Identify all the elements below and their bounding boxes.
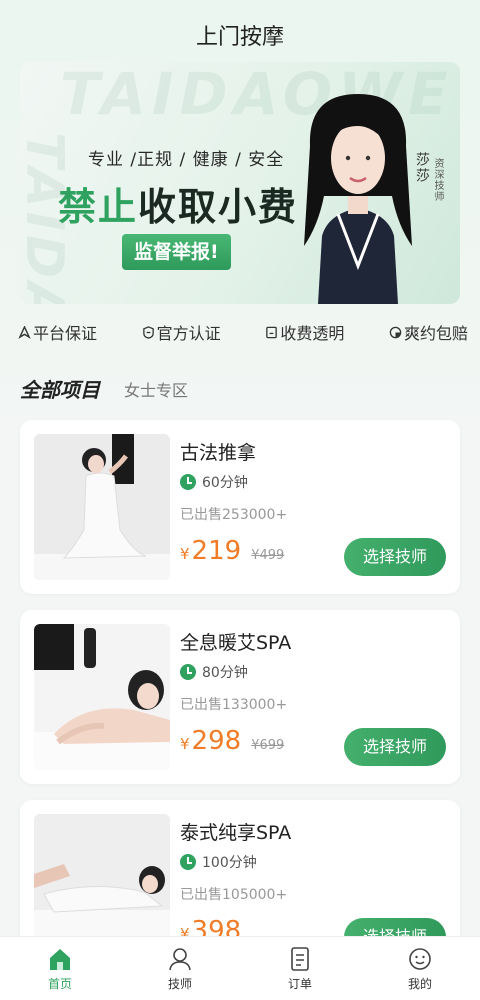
receipt-icon (266, 326, 278, 338)
nav-profile[interactable]: 我的 (360, 937, 480, 1000)
page-title: 上门按摩 (195, 25, 284, 50)
order-icon (291, 947, 309, 971)
banner-headline-highlight: 禁止 (58, 185, 139, 229)
guarantee-label: 官方认证 (156, 324, 221, 343)
service-image (34, 434, 170, 580)
duration-text: 100分钟 (202, 855, 257, 871)
shield-check-icon (18, 325, 31, 339)
current-price: ¥298 (180, 726, 241, 756)
currency-symbol: ¥ (180, 735, 190, 753)
profile-icon (409, 948, 431, 970)
service-image (34, 624, 170, 770)
duration-text: 80分钟 (202, 665, 248, 681)
nav-therapist[interactable]: 技师 (120, 937, 240, 1000)
nav-label: 首页 (47, 977, 72, 991)
service-price: ¥219 ¥499 (180, 536, 284, 566)
clock-icon (180, 854, 196, 870)
guarantee-row: 平台保证 官方认证 收费透明 爽约包赔 (18, 320, 468, 344)
promo-banner[interactable]: TAIDAOWE TAIDAOW 专业 /正规 / 健康 / 安全 禁止收取小费… (20, 62, 460, 304)
service-duration: 100分钟 (180, 852, 257, 872)
service-sold-count: 已出售253000+ (180, 507, 288, 523)
service-card[interactable]: 全息暖艾SPA 80分钟 已出售133000+ ¥298 ¥699 选择技师 (20, 610, 460, 784)
guarantee-label: 爽约包赔 (403, 324, 468, 343)
service-price: ¥298 ¥699 (180, 726, 284, 756)
therapist-role: 资深技师 (432, 158, 443, 202)
clock-icon (180, 664, 196, 680)
banner-slogan: 专业 /正规 / 健康 / 安全 (88, 150, 285, 170)
service-name: 全息暖艾SPA (180, 632, 292, 654)
nav-orders[interactable]: 订单 (240, 937, 360, 1000)
therapist-portrait (304, 94, 412, 304)
badge-icon (142, 325, 154, 339)
price-value: 298 (191, 726, 242, 756)
service-duration: 60分钟 (180, 472, 248, 492)
guarantee-certified: 官方认证 (142, 320, 221, 344)
guarantee-label: 平台保证 (33, 324, 98, 343)
duration-text: 60分钟 (202, 475, 248, 491)
price-value: 219 (191, 536, 242, 566)
nav-label: 订单 (287, 977, 312, 991)
nav-label: 技师 (167, 977, 192, 991)
service-duration: 80分钟 (180, 662, 248, 682)
bottom-nav: 首页 技师 订单 我的 (0, 936, 480, 1000)
service-name: 古法推拿 (180, 442, 257, 464)
nav-label: 我的 (407, 977, 432, 991)
service-sold-count: 已出售133000+ (180, 697, 288, 713)
page: 上门按摩 TAIDAOWE TAIDAOW 专业 /正规 / 健康 / 安全 禁… (0, 0, 480, 1000)
select-therapist-button[interactable]: 选择技师 (344, 538, 446, 576)
therapist-name: 莎莎 (414, 152, 430, 184)
banner-headline-text: 收取小费 (138, 185, 299, 229)
guarantee-label: 收费透明 (280, 324, 345, 343)
original-price: ¥499 (251, 548, 285, 563)
original-price: ¥699 (251, 738, 285, 753)
report-button[interactable]: 监督举报! (122, 234, 231, 270)
compensation-icon (389, 326, 402, 338)
clock-icon (180, 474, 196, 490)
tab-all-services[interactable]: 全部项目 (20, 374, 100, 403)
service-card[interactable]: 古法推拿 60分钟 已出售253000+ ¥219 ¥499 选择技师 (20, 420, 460, 594)
service-sold-count: 已出售105000+ (180, 887, 288, 903)
banner-headline: 禁止收取小费 (58, 176, 298, 231)
home-icon (50, 949, 70, 970)
service-name: 泰式纯享SPA (180, 822, 292, 844)
guarantee-platform: 平台保证 (18, 320, 97, 344)
category-tabs: 全部项目 女士专区 (20, 374, 188, 403)
guarantee-transparent: 收费透明 (265, 320, 344, 344)
select-therapist-button[interactable]: 选择技师 (344, 728, 446, 766)
therapist-icon (169, 948, 191, 971)
nav-home[interactable]: 首页 (0, 937, 120, 1000)
guarantee-compensation: 爽约包赔 (389, 320, 468, 344)
tab-ladies[interactable]: 女士专区 (124, 377, 188, 403)
currency-symbol: ¥ (180, 545, 190, 563)
current-price: ¥219 (180, 536, 241, 566)
